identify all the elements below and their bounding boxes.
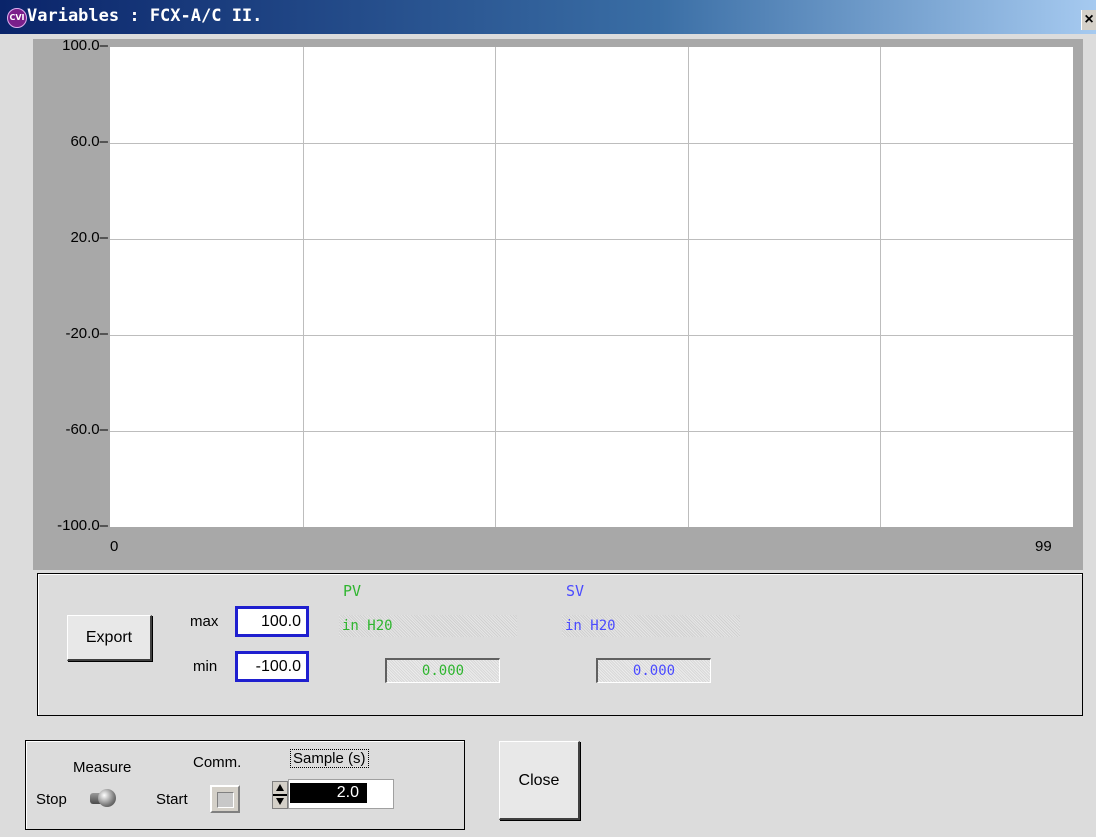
sv-value: 0.000 [596, 658, 711, 683]
readout-panel [37, 573, 1083, 716]
y-tick-label: 100.0– [62, 37, 108, 54]
stop-label: Stop [36, 791, 67, 808]
min-label: min [193, 658, 218, 675]
plot-grid [110, 47, 1073, 527]
measure-toggle-switch[interactable] [86, 789, 122, 807]
app-icon: CVI [7, 8, 27, 28]
comm-label: Comm. [193, 754, 242, 771]
sv-label: SV [566, 582, 585, 600]
export-button[interactable]: Export [67, 615, 152, 661]
close-button[interactable]: Close [499, 741, 580, 820]
sample-input-frame: 2.0 [288, 779, 394, 809]
sample-input[interactable]: 2.0 [290, 783, 367, 803]
max-input[interactable]: 100.0 [235, 606, 309, 637]
y-tick-label: 60.0– [70, 133, 108, 150]
title-bar: CVI Variables : FCX-A/C II. × [0, 0, 1096, 34]
measure-label: Measure [73, 759, 132, 776]
pv-label: PV [343, 582, 362, 600]
comm-start-led[interactable] [210, 785, 240, 813]
x-tick-label: 0 [110, 538, 119, 555]
control-panel [25, 740, 465, 830]
pv-unit: in H20 [339, 615, 517, 637]
y-tick-label: -20.0– [65, 325, 108, 342]
y-tick-label: 20.0– [70, 229, 108, 246]
x-tick-label: 99 [1035, 538, 1052, 555]
start-label: Start [156, 791, 188, 808]
sv-unit: in H20 [562, 615, 740, 637]
y-tick-label: -100.0– [57, 517, 108, 534]
sample-label: Sample (s) [290, 749, 369, 768]
close-window-icon[interactable]: × [1081, 10, 1096, 30]
pv-value: 0.000 [385, 658, 500, 683]
window-title: Variables : FCX-A/C II. [27, 6, 263, 26]
y-tick-label: -60.0– [65, 421, 108, 438]
chevron-down-icon[interactable] [276, 798, 284, 805]
max-label: max [190, 613, 219, 630]
chevron-up-icon[interactable] [276, 784, 284, 791]
sample-stepper[interactable] [272, 781, 288, 809]
plot-area [110, 47, 1073, 527]
min-input[interactable]: -100.0 [235, 651, 309, 682]
